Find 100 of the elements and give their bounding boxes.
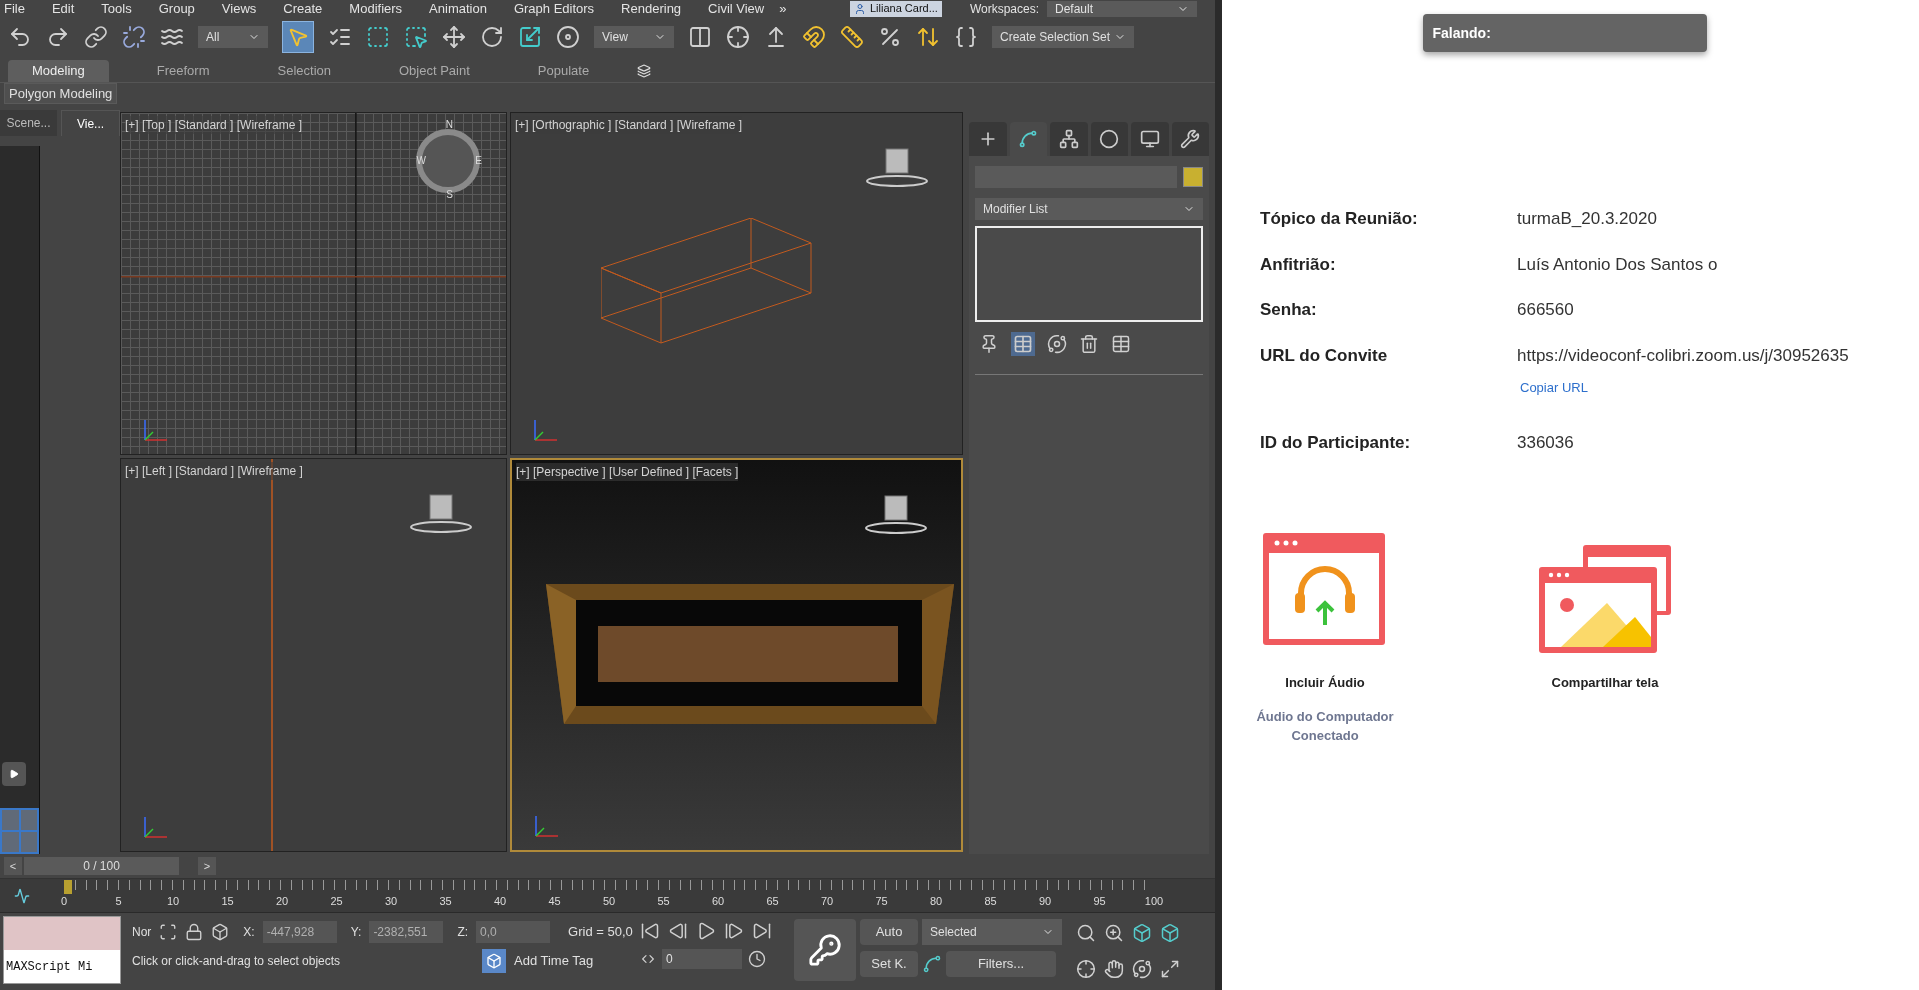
frame-tick-label: 55: [657, 894, 670, 909]
trash-icon[interactable]: [1079, 334, 1099, 354]
menu-item[interactable]: Modifiers: [349, 0, 403, 19]
set-key-mode-button[interactable]: Set K.: [860, 951, 918, 977]
user-menu[interactable]: Liliana Card...: [850, 0, 942, 17]
percent-icon[interactable]: [878, 25, 902, 49]
key-filters-button[interactable]: Filters...: [946, 951, 1056, 977]
previous-frame-button[interactable]: <: [4, 857, 22, 875]
play-icon[interactable]: [696, 921, 716, 941]
redo-icon[interactable]: [46, 25, 70, 49]
go-to-start-icon[interactable]: [640, 921, 660, 941]
action-label[interactable]: Compartilhar tela: [1551, 673, 1659, 693]
maximize-icon[interactable]: [1160, 959, 1180, 979]
pointer-icon: [287, 26, 309, 48]
braces-icon[interactable]: [954, 25, 978, 49]
menu-item[interactable]: Edit: [51, 0, 75, 19]
menu-overflow[interactable]: »: [779, 0, 787, 19]
coordinate-field[interactable]: -447,928: [262, 921, 337, 943]
key-filter-dropdown[interactable]: Selected: [922, 919, 1062, 945]
modifier-list-dropdown[interactable]: Modifier List: [975, 198, 1203, 220]
menu-item[interactable]: Views: [221, 0, 257, 19]
frame-tick-label: 65: [766, 894, 779, 909]
menu-item[interactable]: Group: [158, 0, 195, 19]
menu-item[interactable]: Tools: [101, 0, 132, 19]
current-frame-field[interactable]: 0: [662, 949, 742, 969]
key-icon: [808, 933, 842, 967]
coordinate-field[interactable]: -2382,551: [369, 921, 444, 943]
expand-button[interactable]: [2, 762, 26, 786]
circle-icon: [1099, 129, 1120, 149]
layout-tiles[interactable]: [0, 808, 39, 854]
viewport-label[interactable]: [+] [Perspective ] [User Defined ] [Facets ]: [516, 463, 739, 481]
set-key-button[interactable]: [794, 919, 856, 981]
zoom-icon[interactable]: [1076, 923, 1096, 943]
viewport-label[interactable]: [+] [Top ] [Standard ] [Wireframe ]: [125, 116, 303, 134]
go-to-end-icon[interactable]: [752, 921, 772, 941]
crosshair-icon[interactable]: [726, 25, 750, 49]
explorer-tab[interactable]: Scene...: [0, 110, 57, 136]
selection-filter-dropdown[interactable]: All: [198, 26, 268, 48]
unlink-icon[interactable]: [122, 25, 146, 49]
command-tab[interactable]: [1009, 122, 1047, 156]
selection-set-dropdown[interactable]: Create Selection Set: [992, 26, 1134, 48]
zoom-all-icon[interactable]: [1104, 923, 1124, 943]
ribbon-tab[interactable]: Freeform: [136, 60, 230, 82]
ribbon-tab[interactable]: Object Paint: [379, 60, 490, 82]
frame-tick-label: 90: [1038, 894, 1052, 909]
lock-icon[interactable]: [185, 923, 204, 941]
rectangle-selection-icon[interactable]: [366, 25, 390, 49]
frame-tick-label: 45: [548, 894, 561, 909]
command-tab[interactable]: [1050, 122, 1088, 156]
ribbon-tab[interactable]: Modeling: [8, 60, 109, 82]
viewport[interactable]: [+] [Perspective ] [User Defined ] [Facets ]: [510, 458, 963, 852]
viewport-label[interactable]: [+] [Left ] [Standard ] [Wireframe ]: [125, 462, 303, 480]
axis-label: Y:: [350, 924, 362, 941]
menu-item[interactable]: Rendering: [621, 0, 682, 19]
coordinate-field[interactable]: 0,0: [476, 921, 551, 943]
workspace-dropdown[interactable]: Default: [1047, 0, 1197, 17]
previous-key-icon[interactable]: [668, 921, 688, 941]
scale-icon[interactable]: [518, 25, 542, 49]
next-frame-button[interactable]: >: [198, 857, 216, 875]
info-label: Senha:: [1260, 300, 1317, 319]
frame-tick-label: 100: [1144, 894, 1164, 909]
next-key-icon[interactable]: [724, 921, 744, 941]
orbit-icon[interactable]: [1132, 959, 1152, 979]
menu-item[interactable]: Animation: [429, 0, 487, 19]
speaking-label: Falando:: [1432, 23, 1491, 43]
action-label[interactable]: Incluir Áudio: [1285, 673, 1365, 693]
viewport[interactable]: N W E S [+] [Top ] [Standard ] [Wireframe ]: [120, 112, 507, 455]
snap-icon[interactable]: [802, 25, 826, 49]
viewport[interactable]: [+] [Orthographic ] [Standard ] [Wireframe ]: [510, 112, 963, 455]
time-slider-thumb[interactable]: 0 / 100: [24, 857, 179, 875]
menu-item[interactable]: Graph Editors: [513, 0, 595, 19]
play-icon: [9, 769, 19, 779]
command-tab[interactable]: [1090, 122, 1128, 156]
add-time-tag-button[interactable]: Add Time Tag: [482, 949, 594, 973]
explorer-tab[interactable]: Vie...: [61, 110, 120, 136]
ribbon-tab[interactable]: Populate: [517, 60, 610, 82]
maxscript-listener-field[interactable]: [4, 917, 120, 950]
object-color-swatch[interactable]: [1183, 167, 1203, 187]
rotate-icon[interactable]: [480, 25, 504, 49]
auto-key-button[interactable]: Auto: [860, 919, 918, 945]
menu-item[interactable]: File: [4, 0, 25, 19]
ribbon-panel-tab[interactable]: Polygon Modeling: [4, 82, 118, 105]
reference-coordinate-dropdown[interactable]: View: [594, 26, 674, 48]
share-screen-icon[interactable]: [1537, 543, 1673, 655]
link-icon[interactable]: [84, 25, 108, 49]
undo-icon[interactable]: [8, 25, 32, 49]
frame-tick-label: 70: [820, 894, 834, 909]
command-tab[interactable]: [1171, 122, 1209, 156]
menu-item[interactable]: Create: [283, 0, 323, 19]
frame-tick-label: 25: [330, 894, 343, 909]
copy-url-link[interactable]: Copiar URL: [1520, 378, 1849, 398]
pan-icon[interactable]: [1104, 959, 1124, 979]
ribbon-tab[interactable]: Selection: [257, 60, 351, 82]
maxscript-mini-field[interactable]: MAXScript Mi: [4, 950, 120, 983]
move-icon[interactable]: [442, 25, 466, 49]
command-tab[interactable]: [969, 122, 1007, 156]
command-tab[interactable]: [1131, 122, 1169, 156]
menu-item[interactable]: Civil View: [708, 0, 765, 19]
viewport[interactable]: [+] [Left ] [Standard ] [Wireframe ]: [120, 458, 507, 852]
pin-icon[interactable]: [979, 334, 999, 354]
